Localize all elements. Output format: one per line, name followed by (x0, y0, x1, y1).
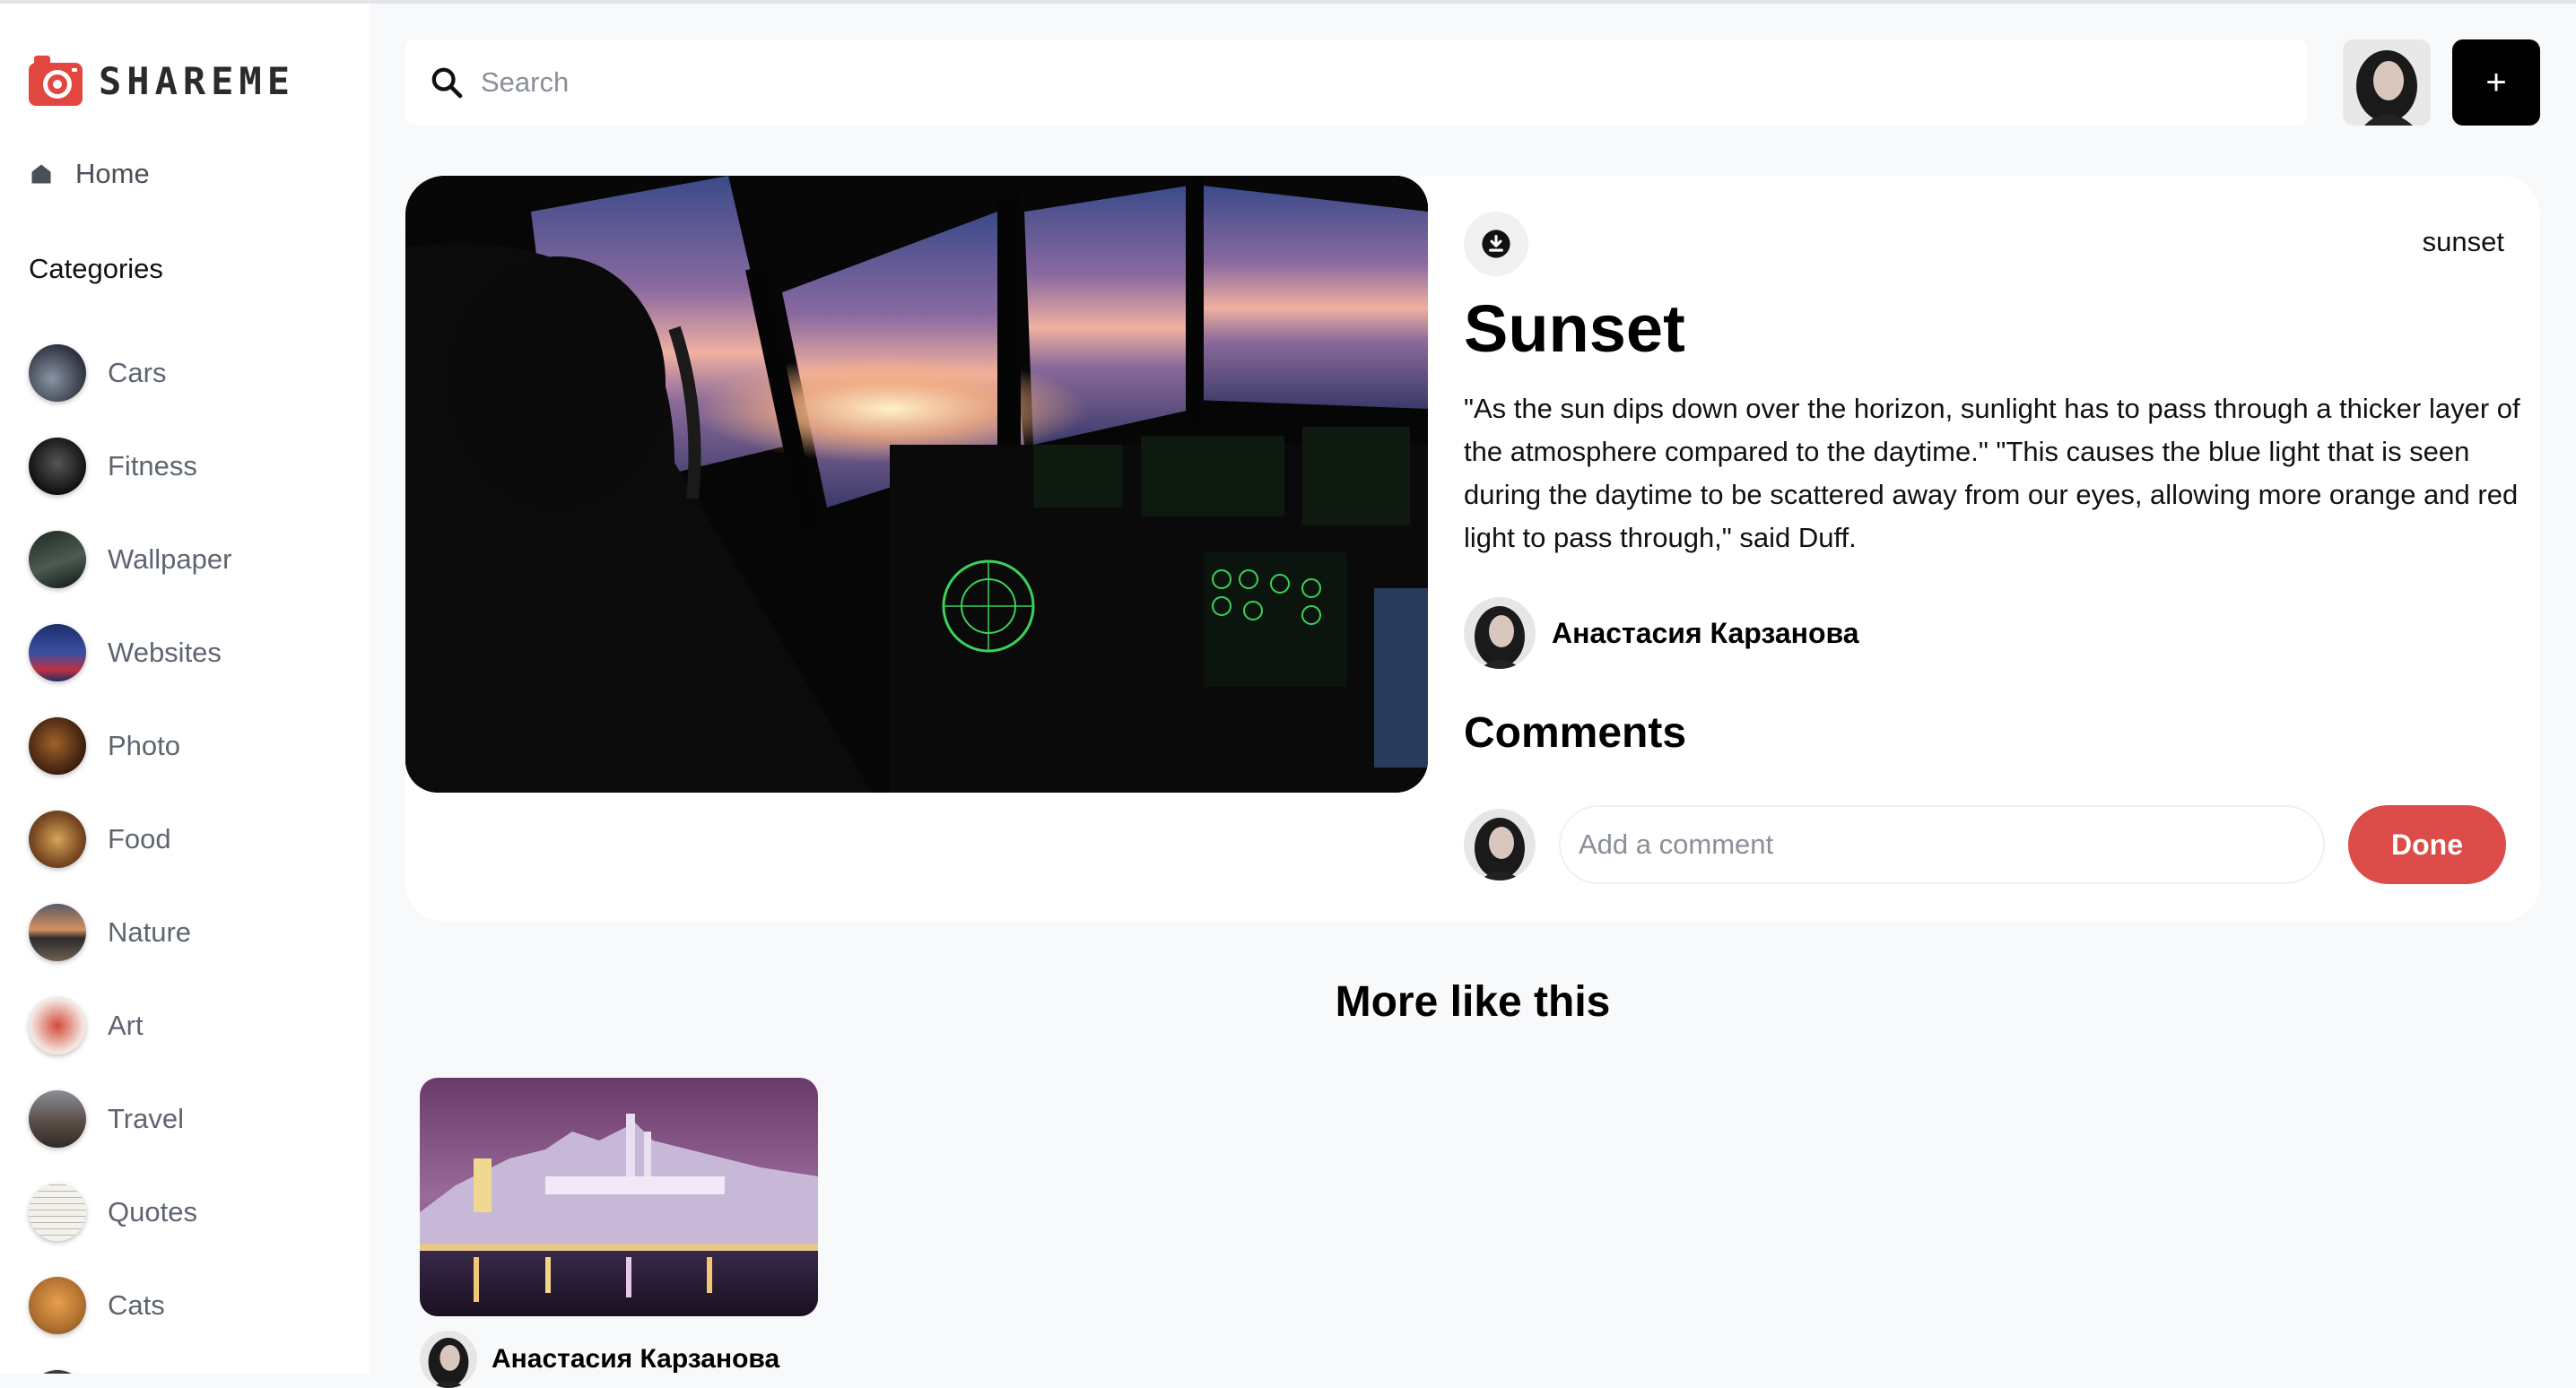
sidebar-item-cars[interactable]: Cars (29, 326, 231, 420)
window-top-border (0, 0, 2576, 4)
download-button[interactable] (1464, 212, 1528, 276)
sidebar-item-travel[interactable]: Travel (29, 1072, 231, 1166)
sidebar-item-label: Cats (108, 1289, 165, 1321)
nature-thumbnail-icon (29, 904, 86, 961)
download-icon (1482, 230, 1510, 258)
search-icon (431, 67, 463, 99)
sidebar-item-label: Food (108, 823, 171, 854)
related-pin[interactable]: Анастасия Карзанова (420, 1078, 818, 1388)
pin-description: "As the sun dips down over the horizon, … (1464, 393, 2520, 553)
plus-icon: + (2485, 62, 2507, 102)
destination-link[interactable]: sunset (2423, 226, 2504, 258)
next-category-thumbnail-icon (29, 1370, 86, 1374)
pin-image (405, 176, 1428, 793)
add-pin-button[interactable]: + (2452, 39, 2540, 126)
sidebar-item-partial[interactable] (29, 1352, 231, 1374)
sidebar-item-wallpaper[interactable]: Wallpaper (29, 513, 231, 606)
app-logo[interactable]: SHAREME (27, 52, 295, 109)
app-name: SHAREME (99, 58, 296, 103)
categories-heading: Categories (29, 253, 163, 284)
camera-logo-icon (29, 56, 83, 106)
avatar (420, 1331, 477, 1388)
cars-thumbnail-icon (29, 344, 86, 402)
avatar (1464, 809, 1536, 881)
sidebar-item-home[interactable]: Home (29, 158, 150, 190)
sidebar-item-label: Art (108, 1010, 144, 1041)
sidebar-item-label: Travel (108, 1103, 184, 1134)
author-avatar-image (1464, 597, 1536, 669)
search-bar[interactable] (405, 39, 2307, 126)
night-city-photo (420, 1078, 818, 1316)
category-list: Cars Fitness Wallpaper Websites Photo Fo… (29, 326, 231, 1374)
sidebar-item-label: Nature (108, 916, 192, 948)
sidebar-item-label: Quotes (108, 1196, 197, 1228)
author-name: Анастасия Карзанова (1552, 616, 1859, 649)
wallpaper-thumbnail-icon (29, 531, 86, 588)
author-name: Анастасия Карзанова (492, 1344, 780, 1374)
art-thumbnail-icon (29, 997, 86, 1054)
fitness-thumbnail-icon (29, 438, 86, 495)
related-pin-author[interactable]: Анастасия Карзанова (420, 1331, 779, 1388)
comments-heading: Comments (1464, 709, 1687, 757)
sidebar-item-label: Cars (108, 357, 167, 388)
pin-title: Sunset (1464, 291, 1685, 366)
sidebar-item-label: Wallpaper (108, 543, 232, 575)
sidebar-item-photo[interactable]: Photo (29, 699, 231, 793)
sidebar-item-nature[interactable]: Nature (29, 886, 231, 979)
sidebar-item-label: Websites (108, 637, 222, 668)
user-avatar-image (2343, 39, 2431, 126)
done-button[interactable]: Done (2348, 805, 2506, 884)
photo-thumbnail-icon (29, 717, 86, 775)
related-pin-image[interactable] (420, 1078, 818, 1316)
cockpit-sunset-photo (405, 176, 1428, 793)
pin-author[interactable]: Анастасия Карзанова (1464, 597, 1859, 669)
more-like-this-heading: More like this (1335, 978, 1611, 1026)
home-icon (31, 164, 51, 184)
sidebar-item-fitness[interactable]: Fitness (29, 420, 231, 513)
sidebar: SHAREME Home Categories Cars Fitness Wal… (0, 4, 370, 1374)
sidebar-item-label: Fitness (108, 450, 197, 481)
comment-form: Done (1464, 805, 2506, 884)
comment-input[interactable] (1559, 805, 2325, 884)
websites-thumbnail-icon (29, 624, 86, 681)
travel-thumbnail-icon (29, 1090, 86, 1148)
pin-detail-card: sunset Sunset "As the sun dips down over… (405, 176, 2540, 922)
sidebar-item-art[interactable]: Art (29, 979, 231, 1072)
cats-thumbnail-icon (29, 1277, 86, 1334)
food-thumbnail-icon (29, 811, 86, 868)
sidebar-item-label: Photo (108, 730, 181, 761)
sidebar-item-label: Home (75, 158, 150, 189)
sidebar-item-quotes[interactable]: Quotes (29, 1166, 231, 1259)
sidebar-item-websites[interactable]: Websites (29, 606, 231, 699)
commenter-avatar-image (1464, 809, 1536, 881)
related-author-avatar-image (420, 1331, 477, 1388)
sidebar-item-cats[interactable]: Cats (29, 1259, 231, 1352)
sidebar-item-food[interactable]: Food (29, 793, 231, 886)
user-avatar[interactable] (2343, 39, 2431, 126)
quotes-thumbnail-icon (29, 1184, 86, 1241)
avatar (1464, 597, 1536, 669)
search-input[interactable] (481, 66, 2185, 99)
